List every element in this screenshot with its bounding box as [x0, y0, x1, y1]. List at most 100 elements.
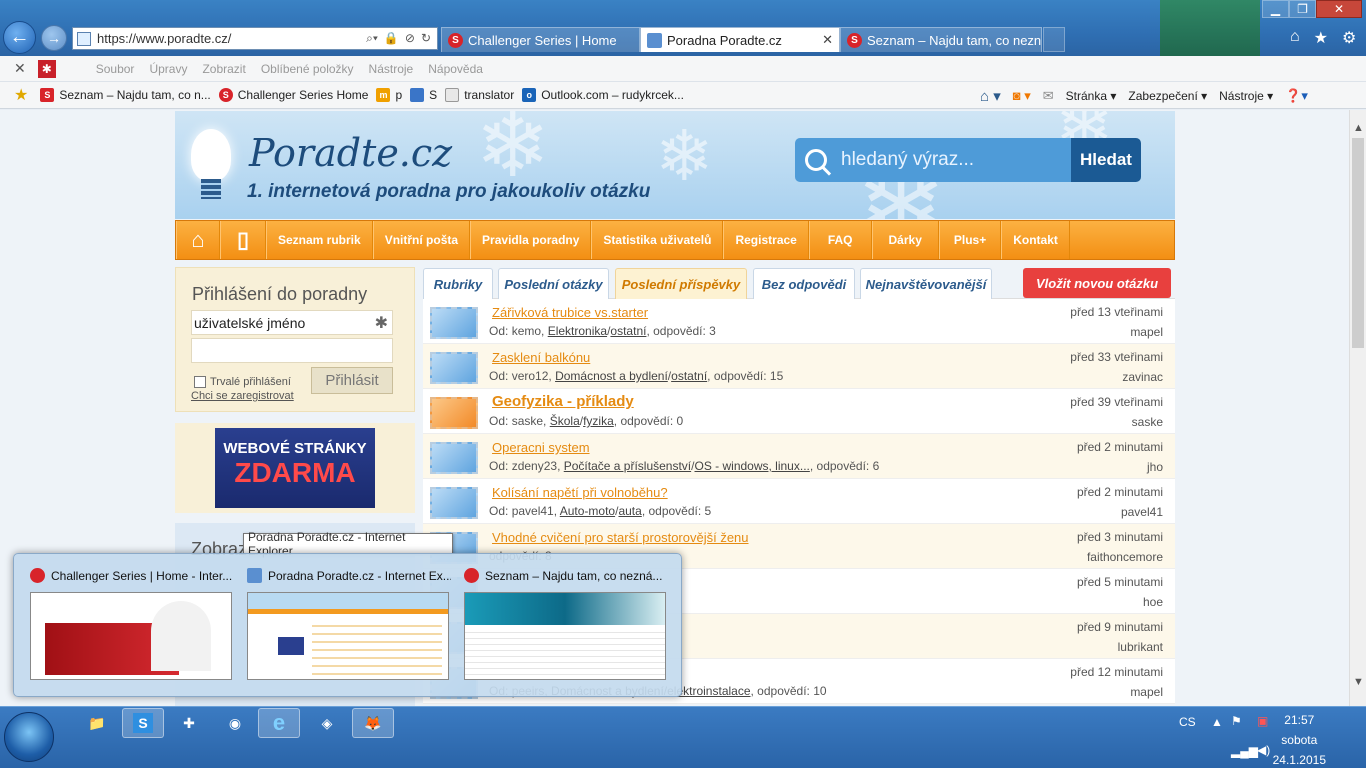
home-icon[interactable]: ⌂	[1290, 28, 1300, 48]
app-icon[interactable]: ◈	[306, 708, 348, 738]
nav-rubriky[interactable]: Seznam rubrik	[266, 221, 373, 259]
menu-tools[interactable]: Nástroje	[369, 62, 414, 76]
chrome-icon[interactable]: ◉	[214, 708, 256, 738]
addon-icon[interactable]: ✱	[37, 59, 56, 78]
page-scrollbar[interactable]: ▲ ▼	[1349, 110, 1366, 706]
home-icon[interactable]: ⌂ ▾	[980, 87, 1001, 105]
security-menu[interactable]: Zabezpečení ▾	[1128, 89, 1207, 103]
question-subcategory[interactable]: ostatní	[610, 324, 646, 338]
question-category[interactable]: Domácnost a bydlení	[555, 369, 668, 383]
maximize-button[interactable]: ❐	[1289, 0, 1316, 18]
refresh-icon[interactable]: ↻	[421, 31, 431, 46]
question-row[interactable]: Zasklení balkónu Od: vero12, Domácnost a …	[423, 344, 1175, 389]
password-manager-icon[interactable]: ✱	[375, 313, 388, 333]
search-icon[interactable]: ⌕▾	[366, 31, 378, 46]
question-title[interactable]: Kolísání napětí při volnoběhu?	[492, 485, 668, 500]
question-subcategory[interactable]: fyzika	[583, 414, 614, 428]
fav-s[interactable]: S	[410, 88, 437, 102]
nav-posta[interactable]: Vnitřní pošta	[372, 221, 471, 259]
question-user[interactable]: pavel41	[1121, 505, 1163, 519]
tab-bez-odpovedi[interactable]: Bez odpovědi	[753, 268, 855, 299]
scroll-down-icon[interactable]: ▼	[1353, 676, 1364, 688]
search-input[interactable]: hledaný výraz...	[795, 138, 1071, 182]
fav-challenger[interactable]: S Challenger Series Home	[218, 88, 368, 102]
question-subcategory[interactable]: auta	[618, 504, 641, 518]
menu-help[interactable]: Nápověda	[428, 62, 483, 76]
checkbox[interactable]	[194, 376, 206, 388]
rss-icon[interactable]: ◙ ▾	[1013, 88, 1031, 104]
volume-icon[interactable]: ◀)	[1257, 743, 1270, 757]
remember-checkbox[interactable]: Trvalé přihlášení	[194, 376, 291, 388]
question-user[interactable]: saske	[1132, 415, 1163, 429]
action-center-icon[interactable]: ▣	[1257, 714, 1268, 728]
question-category[interactable]: Elektronika	[548, 324, 607, 338]
question-category[interactable]: Auto-moto	[560, 504, 615, 518]
question-title[interactable]: Geofyzika - příklady	[492, 393, 634, 410]
nav-registrace[interactable]: Registrace	[723, 221, 809, 259]
close-window-button[interactable]: ✕	[1316, 0, 1362, 18]
start-button[interactable]	[4, 712, 54, 762]
lock-icon[interactable]: 🔒	[384, 31, 399, 46]
question-row[interactable]: Kolísání napětí při volnoběhu? Od: pavel4…	[423, 479, 1175, 524]
search-button[interactable]: Hledat	[1071, 138, 1141, 182]
menu-file[interactable]: Soubor	[96, 62, 135, 76]
fav-p[interactable]: mp	[376, 88, 402, 102]
question-subcategory[interactable]: OS - windows, linux...	[694, 459, 809, 473]
nav-statistika[interactable]: Statistika uživatelů	[591, 221, 724, 259]
clock[interactable]: 21:57 sobota 24.1.2015	[1273, 710, 1326, 768]
login-button[interactable]: Přihlásit	[311, 367, 393, 394]
tab-challenger[interactable]: S Challenger Series | Home	[441, 27, 640, 52]
address-bar[interactable]: https://www.poradte.cz/ ⌕▾ 🔒 ⊘ ↻	[72, 27, 438, 50]
seznam-taskbar-icon[interactable]: S	[122, 708, 164, 738]
settings-gear-icon[interactable]: ⚙	[1342, 28, 1356, 48]
question-title[interactable]: Vhodné cvičení pro starší prostorovější …	[492, 530, 749, 545]
tools-menu[interactable]: Nástroje ▾	[1219, 89, 1273, 103]
question-user[interactable]: zavinac	[1122, 370, 1163, 384]
password-field[interactable]	[191, 338, 393, 363]
favorites-star-icon[interactable]: ★	[1314, 28, 1328, 48]
app-icon[interactable]: ✚	[168, 708, 210, 738]
tab-nejnavstevovanejsi[interactable]: Nejnavštěvovanější	[860, 268, 992, 299]
question-title[interactable]: Operacni system	[492, 440, 590, 455]
menu-view[interactable]: Zobrazit	[202, 62, 245, 76]
preview-seznam[interactable]: Seznam – Najdu tam, co nezná...	[464, 568, 668, 680]
minimize-button[interactable]: ▁	[1262, 0, 1289, 18]
question-subcategory[interactable]: ostatní	[671, 369, 707, 383]
tab-posledni-otazky[interactable]: Poslední otázky	[498, 268, 609, 299]
question-title[interactable]: Zářivková trubice vs.starter	[492, 305, 648, 320]
forward-button[interactable]: →	[41, 25, 67, 51]
question-row[interactable]: Zářivková trubice vs.starter Od: kemo, El…	[423, 299, 1175, 344]
nav-home-icon[interactable]: ⌂	[176, 221, 220, 259]
page-menu[interactable]: Stránka ▾	[1066, 89, 1117, 103]
new-question-button[interactable]: Vložit novou otázku	[1023, 268, 1171, 298]
preview-poradte[interactable]: Poradna Poradte.cz - Internet Ex...	[247, 568, 451, 680]
nav-darky[interactable]: Dárky	[871, 221, 939, 259]
explorer-icon[interactable]: 📁	[76, 708, 118, 738]
scroll-thumb[interactable]	[1352, 138, 1364, 348]
flag-icon[interactable]: ⚑	[1231, 714, 1242, 728]
question-row[interactable]: Operacni system Od: zdeny23, Počítače a p…	[423, 434, 1175, 479]
question-category[interactable]: Škola	[550, 414, 580, 428]
register-link[interactable]: Chci se zaregistrovat	[191, 390, 294, 402]
nav-mobile-icon[interactable]: ▯	[220, 221, 266, 259]
fav-seznam[interactable]: S Seznam – Najdu tam, co n...	[40, 88, 211, 102]
question-user[interactable]: hoe	[1143, 595, 1163, 609]
question-user[interactable]: jho	[1147, 460, 1163, 474]
question-user[interactable]: faithoncemore	[1087, 550, 1163, 564]
new-tab-button[interactable]	[1043, 27, 1065, 52]
menu-favorites[interactable]: Oblíbené položky	[261, 62, 354, 76]
question-user[interactable]: lubrikant	[1118, 640, 1163, 654]
site-logo[interactable]: Poradte.cz	[249, 131, 452, 175]
nav-faq[interactable]: FAQ	[808, 221, 872, 259]
nav-kontakt[interactable]: Kontakt	[1001, 221, 1070, 259]
language-indicator[interactable]: CS	[1179, 715, 1196, 729]
tab-seznam[interactable]: S Seznam – Najdu tam, co nezná...	[840, 27, 1042, 52]
username-field[interactable]: uživatelské jméno ✱	[191, 310, 393, 335]
stop-icon[interactable]: ⊘	[405, 31, 415, 46]
tab-rubriky[interactable]: Rubriky	[423, 268, 493, 299]
fav-translator[interactable]: translator	[445, 88, 514, 102]
tray-arrow-icon[interactable]: ▲	[1211, 715, 1223, 729]
mail-icon[interactable]: ✉	[1043, 88, 1054, 104]
question-user[interactable]: mapel	[1130, 325, 1163, 339]
scroll-up-icon[interactable]: ▲	[1353, 122, 1364, 134]
